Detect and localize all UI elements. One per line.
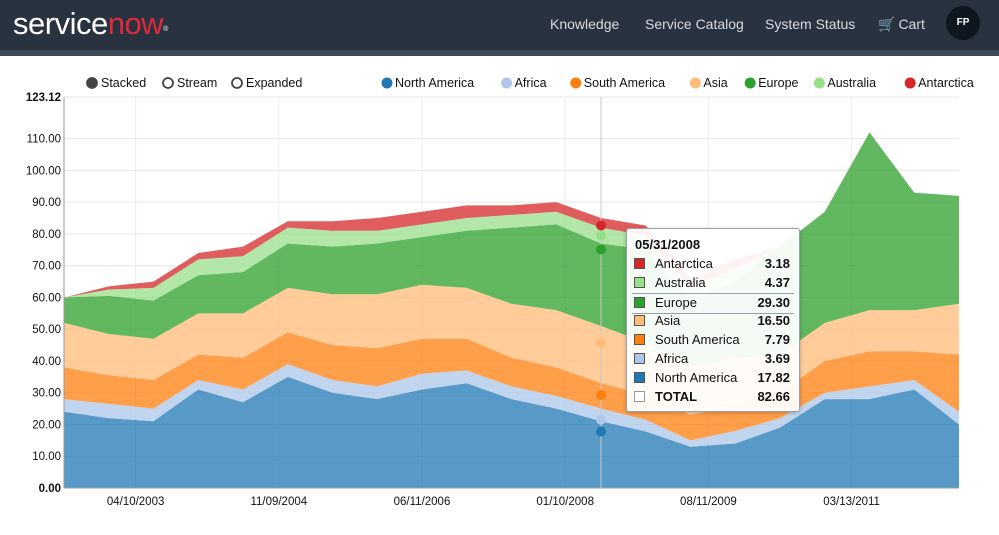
navbar-divider [0,50,999,56]
tooltip-series-name: Australia [655,275,706,290]
tooltip-series-name: Africa [655,351,689,366]
y-tick-label: 80.00 [32,229,61,241]
legend-label[interactable]: Asia [703,76,727,90]
nav-service-catalog[interactable]: Service Catalog [645,16,744,32]
tooltip-series-value: 3.69 [764,351,790,366]
x-tick-label: 03/13/2011 [823,496,880,508]
servicenow-logo[interactable]: servicenow® [13,5,168,43]
tooltip-series-name: North America [655,370,738,385]
tooltip-series-value: 7.79 [764,332,790,347]
style-toggle-label[interactable]: Expanded [246,76,302,90]
x-tick-label: 11/09/2004 [250,496,307,508]
hover-point [596,244,606,255]
legend-label[interactable]: Europe [758,76,798,90]
style-toggle-label[interactable]: Stream [177,76,217,90]
tooltip-row-total: TOTAL 82.66 [632,388,794,407]
y-tick-label: 30.00 [32,388,61,400]
x-tick-label: 08/11/2009 [680,496,737,508]
legend-swatch[interactable] [381,77,393,89]
y-tick-label: 50.00 [32,324,61,336]
hover-point [596,414,606,425]
y-tick-label: 110.00 [27,134,61,146]
tooltip-row-africa: Africa 3.69 [632,350,794,369]
tooltip-total-value: 82.66 [757,389,790,404]
logo-trademark: ® [163,26,168,33]
style-toggle-stacked-icon[interactable] [86,77,98,89]
nav-knowledge[interactable]: Knowledge [550,16,619,32]
tooltip-swatch [634,353,645,364]
chart-tooltip: 05/31/2008 Antarctica 3.18 Australia 4.37 … [626,228,800,412]
tooltip-series-value: 4.37 [764,275,790,290]
legend-label[interactable]: North America [395,76,474,90]
tooltip-swatch [634,277,645,288]
tooltip-row-north-america: North America 17.82 [632,369,794,388]
nav-system-status[interactable]: System Status [765,16,855,32]
x-tick-label: 04/10/2003 [107,496,165,508]
y-tick-label: 90.00 [32,197,61,209]
tooltip-date: 05/31/2008 [635,237,701,252]
legend-label[interactable]: Africa [515,76,547,90]
hover-point [596,389,606,400]
tooltip-row-antarctica: Antarctica 3.18 [632,255,794,274]
legend-swatch[interactable] [689,77,701,89]
y-tick-label: 40.00 [32,356,61,368]
tooltip-series-value: 16.50 [757,313,790,328]
tooltip-swatch [634,391,645,402]
legend-swatch[interactable] [904,77,916,89]
tooltip-row-australia: Australia 4.37 [632,274,794,293]
cart-icon: 🛒 [878,16,896,32]
y-tick-label: 60.00 [32,292,61,304]
hover-point [596,230,606,241]
y-tick-label: 123.12 [26,92,61,104]
hover-point [596,426,606,437]
tooltip-swatch [634,258,645,269]
y-tick-label: 20.00 [32,419,61,431]
tooltip-series-value: 17.82 [757,370,790,385]
legend-swatch[interactable] [813,77,825,89]
tooltip-series-name: Antarctica [655,256,713,271]
tooltip-swatch [634,315,645,326]
logo-text-now: now [107,6,164,41]
tooltip-series-value: 29.30 [757,295,790,310]
tooltip-swatch [634,372,645,383]
tooltip-series-name: Asia [655,313,681,328]
legend-swatch[interactable] [570,77,582,89]
tooltip-swatch [634,334,645,345]
style-toggle-expanded-icon[interactable] [231,77,243,89]
style-toggle-stream-icon[interactable] [162,77,174,89]
y-tick-label: 70.00 [32,261,61,273]
tooltip-series-value: 3.18 [764,256,790,271]
x-tick-label: 06/11/2006 [394,496,451,508]
legend-label[interactable]: South America [584,76,665,90]
user-avatar[interactable]: FP [946,6,980,40]
nav-cart-label: Cart [898,16,925,32]
y-tick-label: 10.00 [32,451,61,463]
logo-text-service: service [13,6,108,41]
tooltip-series-name: Europe [655,295,697,310]
hover-point [596,220,606,231]
nav-cart[interactable]: 🛒 Cart [878,16,925,33]
legend-swatch[interactable] [744,77,756,89]
style-toggle-label[interactable]: Stacked [101,76,146,90]
hover-point [596,337,606,348]
tooltip-row-south-america: South America 7.79 [632,331,794,350]
tooltip-total-label: TOTAL [655,389,698,404]
legend-swatch[interactable] [501,77,513,89]
legend-label[interactable]: Antarctica [918,76,974,90]
legend-label[interactable]: Australia [827,76,876,90]
tooltip-row-europe: Europe 29.30 [632,293,794,314]
x-tick-label: 01/10/2008 [536,496,594,508]
y-tick-label: 0.00 [39,483,61,495]
y-tick-label: 100.00 [26,165,61,177]
tooltip-series-name: South America [655,332,740,347]
tooltip-row-asia: Asia 16.50 [632,312,794,331]
stacked-area-chart: 0.00 10.00 20.00 30.00 40.00 50.00 60.00 70.00 8… [26,76,974,508]
tooltip-swatch [634,297,645,308]
